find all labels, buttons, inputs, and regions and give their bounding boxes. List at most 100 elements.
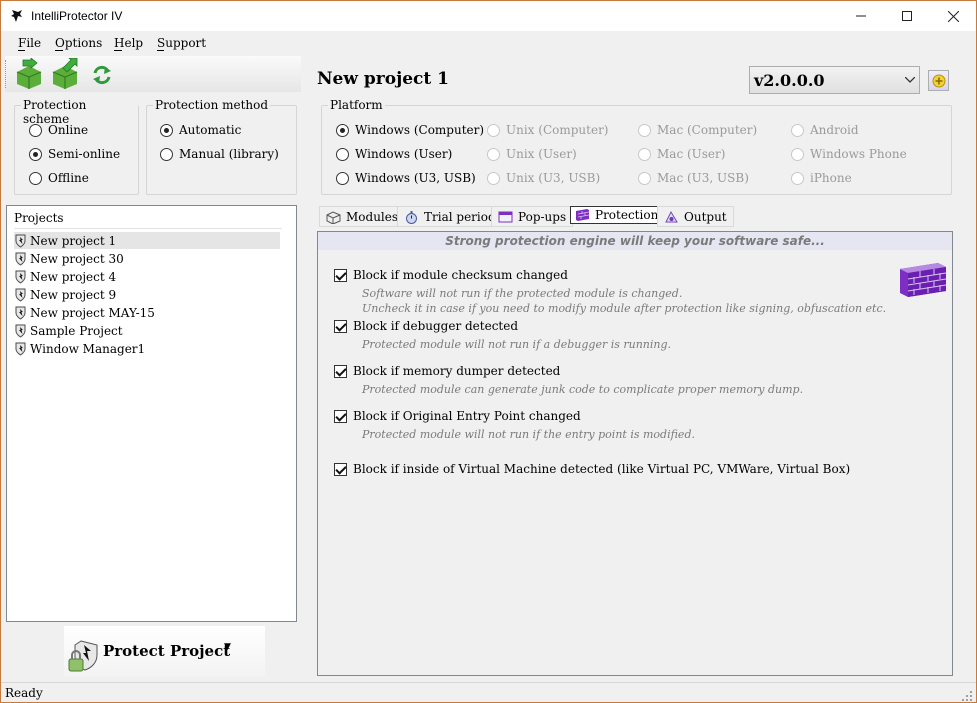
project-list-item[interactable]: Window Manager1 (14, 340, 280, 357)
menu-support-accel (157, 50, 164, 51)
menu-file-accel (18, 50, 25, 51)
radio-button[interactable] (336, 171, 349, 185)
checkbox[interactable] (334, 268, 347, 282)
open-project-icon[interactable] (13, 58, 45, 90)
platform-option-label: Unix (Computer) (506, 123, 609, 137)
tab-label: Trial period (424, 209, 496, 224)
protection-scheme-title: Protection scheme (21, 98, 138, 126)
tab-protection[interactable]: Protection (570, 206, 664, 224)
protection-method-title: Protection method (153, 98, 271, 112)
protection-option[interactable]: Block if Original Entry Point changed (334, 409, 581, 423)
protection-option[interactable]: Block if module checksum changed (334, 268, 568, 282)
platform-option-label: Android (810, 123, 859, 137)
close-button[interactable] (930, 1, 976, 31)
protection-option-description: Software will not run if the protected m… (362, 287, 683, 300)
project-name-label: Window Manager1 (30, 341, 146, 356)
projects-title: Projects (14, 211, 64, 225)
radio-button[interactable] (160, 147, 173, 161)
platform-option-label: Unix (U3, USB) (506, 171, 601, 185)
menu-options-accel (55, 50, 63, 51)
menu-bar: File Options Help Support (1, 33, 976, 55)
method-manual-option[interactable]: Manual (library) (160, 147, 279, 161)
checkbox[interactable] (334, 364, 347, 378)
minimize-button[interactable] (838, 1, 884, 31)
close-icon (947, 10, 959, 22)
project-list-item[interactable]: New project MAY-15 (14, 304, 280, 321)
minimize-icon (856, 15, 866, 17)
platform-option-label: Mac (Computer) (657, 123, 758, 137)
checkbox[interactable] (334, 409, 347, 423)
add-version-button[interactable] (928, 70, 949, 91)
platform-option-label: Windows (U3, USB) (355, 171, 476, 185)
platform-option: Unix (User) (487, 147, 577, 161)
divider (14, 228, 282, 229)
platform-option-label: iPhone (810, 171, 852, 185)
refresh-icon[interactable] (91, 64, 113, 86)
project-name-label: New project MAY-15 (30, 305, 155, 320)
scheme-online-option[interactable]: Online (29, 123, 88, 137)
protection-scheme-group: Protection scheme Online Semi-online Off… (14, 98, 139, 195)
radio-button (487, 171, 500, 185)
scheme-online-label: Online (48, 123, 89, 137)
project-list-item[interactable]: New project 30 (14, 250, 280, 267)
dropdown-arrow-icon[interactable]: ▼ (224, 642, 231, 652)
radio-button (791, 171, 804, 185)
menu-support[interactable]: Support (157, 36, 206, 50)
platform-option-label: Windows Phone (810, 147, 907, 161)
tab-trial-period[interactable]: Trial period (397, 206, 503, 227)
maximize-button[interactable] (884, 1, 930, 31)
method-automatic-option[interactable]: Automatic (160, 123, 241, 137)
tab-pop-ups[interactable]: Pop-ups (491, 206, 574, 227)
tab-label: Pop-ups (518, 209, 567, 224)
protection-option-description: Uncheck it in case if you need to modify… (362, 302, 887, 315)
radio-button[interactable] (336, 123, 349, 137)
method-automatic-label: Automatic (179, 123, 242, 137)
platform-option: Android (791, 123, 859, 137)
resize-grip-icon[interactable] (961, 690, 973, 702)
save-project-icon[interactable] (49, 58, 81, 90)
protection-option[interactable]: Block if memory dumper detected (334, 364, 560, 378)
tab-modules[interactable]: Modules (319, 206, 406, 227)
platform-option[interactable]: Windows (Computer) (336, 123, 484, 137)
radio-button[interactable] (29, 123, 42, 137)
protection-option-label: Block if memory dumper detected (353, 364, 561, 378)
protection-option[interactable]: Block if debugger detected (334, 319, 518, 333)
menu-options[interactable]: Options (55, 36, 102, 50)
scheme-semionline-option[interactable]: Semi-online (29, 147, 120, 161)
radio-button[interactable] (336, 147, 349, 161)
protection-option-description: Protected module will not run if the ent… (362, 428, 695, 441)
scheme-offline-option[interactable]: Offline (29, 171, 89, 185)
radio-button[interactable] (160, 123, 173, 137)
project-list-item[interactable]: New project 9 (14, 286, 280, 303)
menu-help[interactable]: Help (114, 36, 143, 50)
project-list-item[interactable]: Sample Project (14, 322, 280, 339)
platform-option[interactable]: Windows (U3, USB) (336, 171, 476, 185)
project-list-item[interactable]: New project 1 (14, 232, 280, 249)
protect-project-button[interactable]: Protect Project ▼ (64, 626, 265, 676)
radio-button (487, 123, 500, 137)
output-icon (665, 210, 678, 222)
radio-button[interactable] (29, 147, 42, 161)
menu-file[interactable]: File (18, 36, 41, 50)
platform-title: Platform (328, 98, 385, 112)
radio-button[interactable] (29, 171, 42, 185)
tab-label: Modules (346, 209, 399, 224)
checkbox[interactable] (334, 462, 347, 476)
radio-button (791, 123, 804, 137)
shield-icon (15, 342, 26, 356)
project-name-label: New project 1 (30, 233, 117, 248)
app-window: IntelliProtector IV File Options Help Su… (0, 0, 977, 703)
shield-icon (15, 252, 26, 266)
tab-label: Output (684, 209, 727, 224)
tab-output[interactable]: Output (657, 206, 734, 227)
protection-banner: Strong protection engine will keep your … (318, 232, 952, 250)
protection-option[interactable]: Block if inside of Virtual Machine detec… (334, 462, 850, 476)
platform-option: iPhone (791, 171, 852, 185)
platform-option: Unix (Computer) (487, 123, 608, 137)
project-list-item[interactable]: New project 4 (14, 268, 280, 285)
platform-option[interactable]: Windows (User) (336, 147, 452, 161)
version-select[interactable]: v2.0.0.0 (749, 66, 920, 94)
stopwatch-icon (406, 210, 417, 224)
checkbox[interactable] (334, 319, 347, 333)
platform-option: Mac (U3, USB) (638, 171, 749, 185)
